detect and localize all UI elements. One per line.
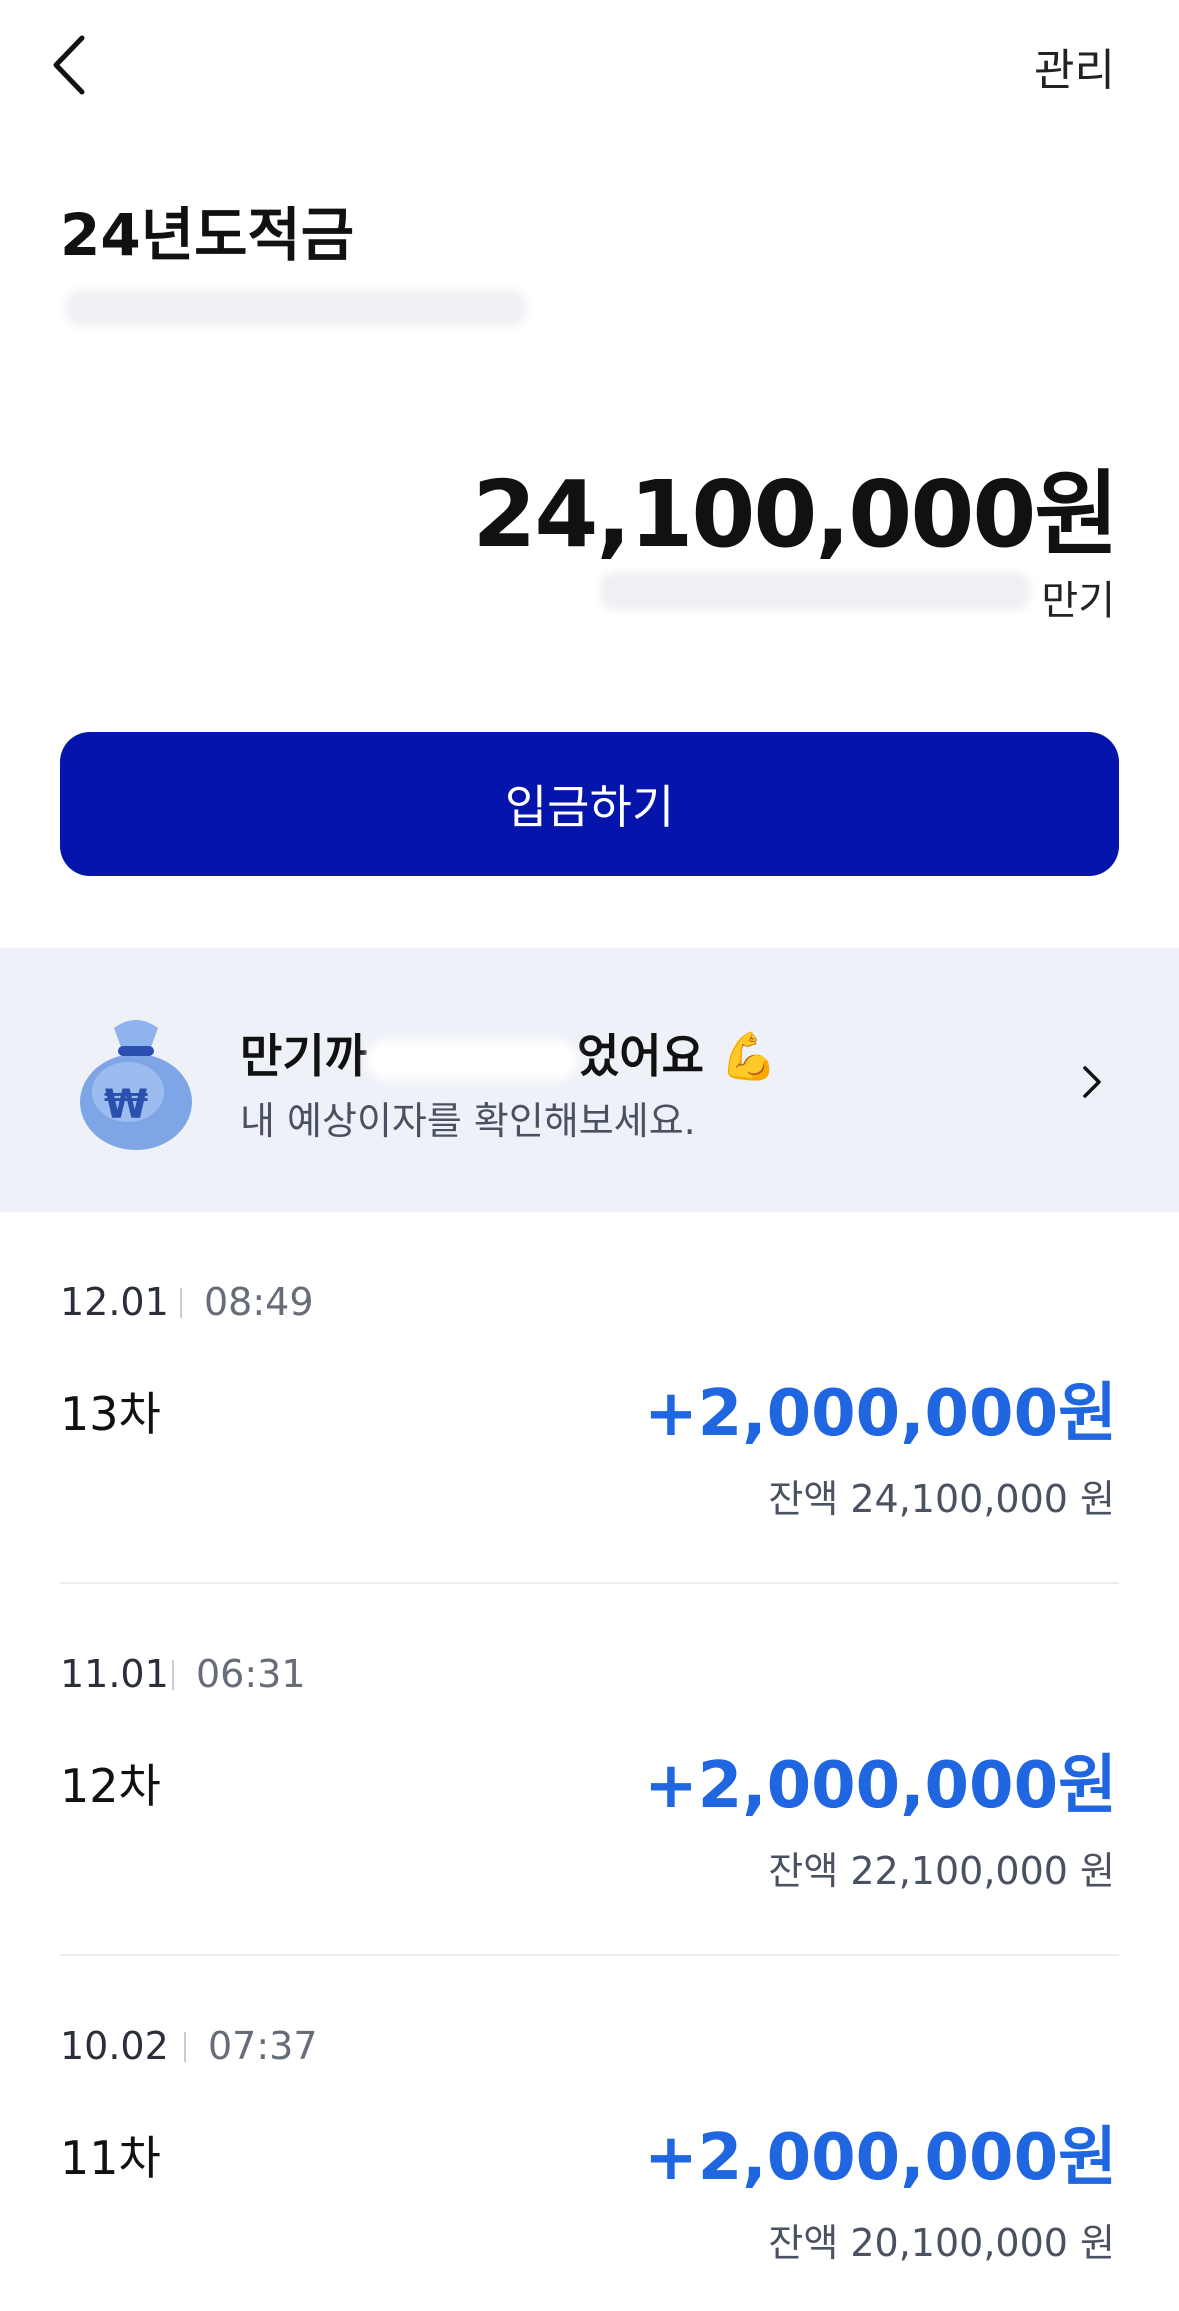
transaction-balance: 잔액 20,100,000 원 <box>768 2221 1115 2265</box>
transaction-date: 10.02 <box>60 2024 169 2068</box>
transaction-time: 07:37 <box>208 2024 318 2068</box>
transaction-amount: +2,000,000원 <box>644 1749 1117 1823</box>
deposit-button[interactable]: 입금하기 <box>60 732 1119 876</box>
account-title: 24년도적금 <box>60 201 355 269</box>
transaction-label: 12차 <box>60 1759 161 1813</box>
transaction-label: 13차 <box>60 1387 161 1441</box>
date-time-separator <box>184 2032 186 2062</box>
manage-button[interactable]: 관리 <box>1034 34 1115 98</box>
date-time-separator <box>172 1660 174 1690</box>
divider <box>60 1582 1119 1584</box>
transaction-time: 08:49 <box>204 1280 314 1324</box>
banner-title-left: 만기까 <box>240 1029 367 1083</box>
maturity-label: 만기 <box>1041 578 1115 624</box>
back-button[interactable] <box>44 30 104 100</box>
redacted-maturity-date <box>600 572 1030 610</box>
money-bag-icon: ₩ <box>70 1010 200 1150</box>
transaction-balance: 잔액 24,100,000 원 <box>768 1477 1115 1521</box>
banner-subtitle: 내 예상이자를 확인해보세요. <box>240 1099 696 1143</box>
transaction-label: 11차 <box>60 2131 161 2185</box>
transaction-time: 06:31 <box>196 1652 306 1696</box>
date-time-separator <box>180 1288 182 1318</box>
banner-title: 만기까 었어요 💪 <box>240 1020 777 1086</box>
transaction-amount: +2,000,000원 <box>644 1377 1117 1451</box>
back-arrow-icon <box>53 35 85 95</box>
redacted-account-number <box>66 290 526 326</box>
redacted-banner-amount <box>366 1039 577 1080</box>
account-balance: 24,100,000원 <box>472 461 1119 568</box>
transaction-date: 11.01 <box>60 1652 169 1696</box>
transaction-date: 12.01 <box>60 1280 169 1324</box>
transaction-amount: +2,000,000원 <box>644 2121 1117 2195</box>
svg-text:₩: ₩ <box>104 1082 148 1128</box>
chevron-right-icon <box>1077 1060 1107 1104</box>
divider <box>60 1954 1119 1956</box>
banner-title-right: 었어요 <box>576 1029 704 1083</box>
flexed-biceps-emoji: 💪 <box>719 1029 778 1083</box>
transaction-balance: 잔액 22,100,000 원 <box>768 1849 1115 1893</box>
